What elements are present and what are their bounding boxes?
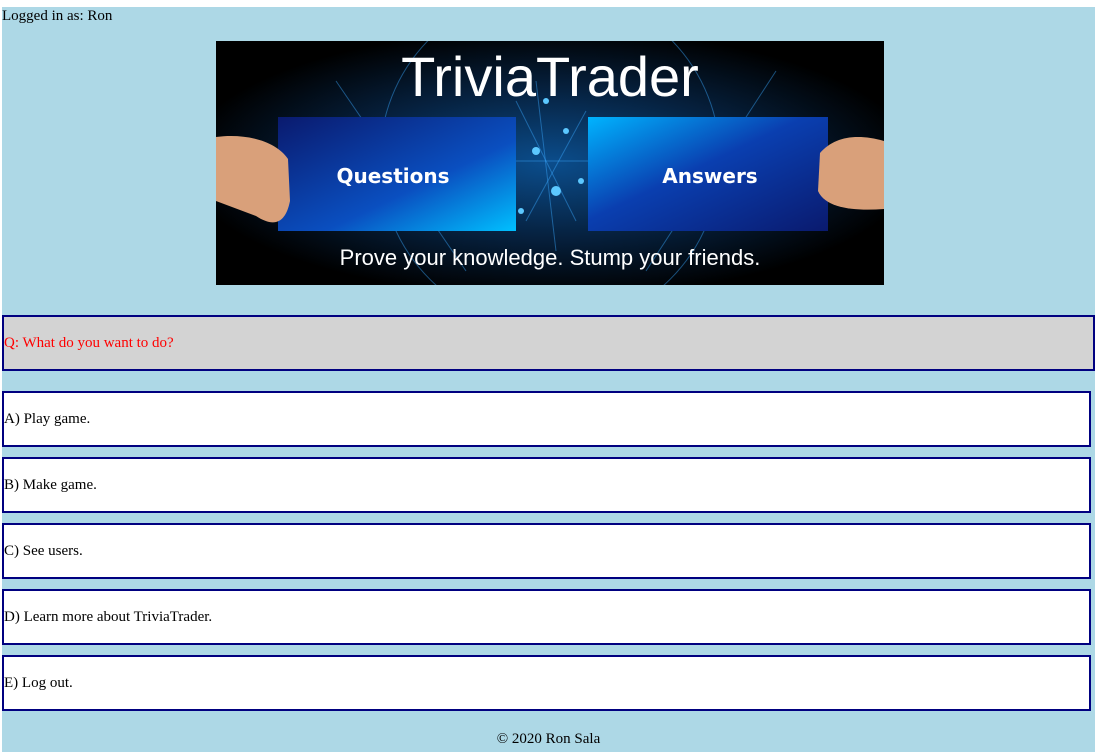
answer-make-game[interactable]: B) Make game. [2,457,1091,513]
footer-copyright: © 2020 Ron Sala [496,731,601,747]
banner-title: TriviaTrader [401,45,699,108]
questions-card-label: Questions [336,164,449,188]
logged-in-status: Logged in as: Ron [2,8,113,24]
banner-image: TriviaTrader Questions Answers Prove you… [216,41,884,285]
page-container: Logged in as: Ron TriviaTrader Questions… [2,7,1095,752]
answer-see-users[interactable]: C) See users. [2,523,1091,579]
question-box: Q: What do you want to do? [2,315,1095,371]
answer-learn-more[interactable]: D) Learn more about TriviaTrader. [2,589,1091,645]
banner-tagline: Prove your knowledge. Stump your friends… [340,245,761,270]
answers-card-label: Answers [662,164,757,188]
answer-play-game[interactable]: A) Play game. [2,391,1091,447]
answer-log-out[interactable]: E) Log out. [2,655,1091,711]
